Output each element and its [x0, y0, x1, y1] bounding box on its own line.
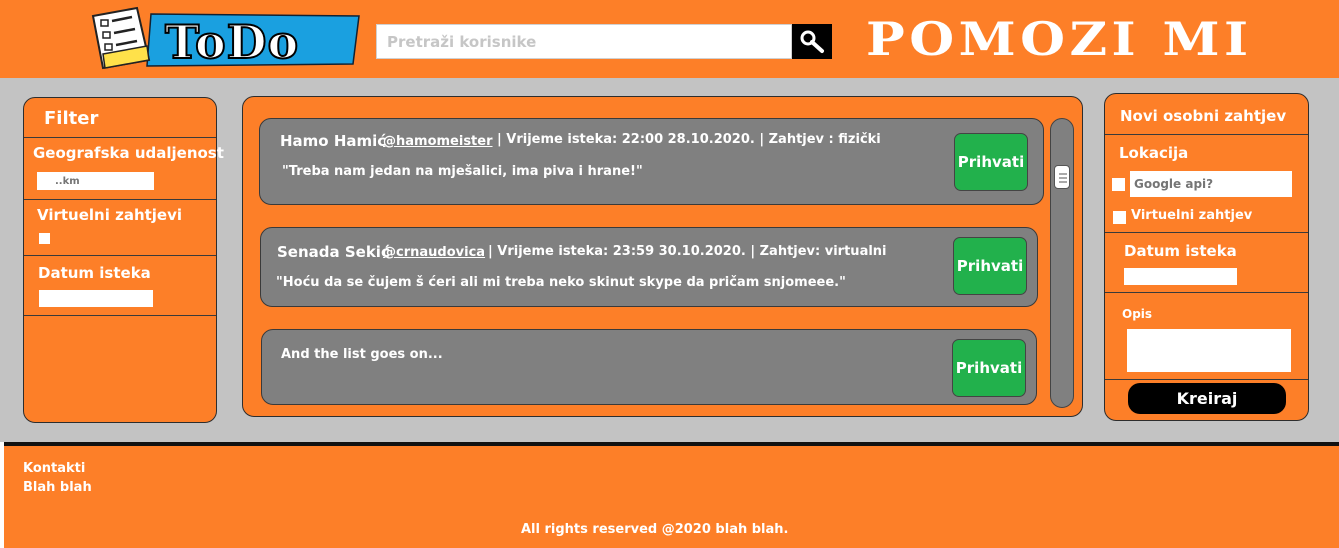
location-input[interactable] — [1130, 171, 1292, 197]
expiry-date-label: Datum isteka — [38, 264, 151, 282]
grip-icon — [1059, 173, 1067, 183]
footer-contacts-link[interactable]: Kontakti — [23, 461, 85, 476]
distance-input[interactable] — [37, 172, 154, 190]
divider — [1105, 292, 1308, 293]
virtual-requests-checkbox[interactable] — [39, 233, 50, 244]
new-expiry-input[interactable] — [1124, 268, 1237, 285]
request-card: Senada Sekić @crnaudovica | Vrijeme iste… — [260, 227, 1038, 307]
filter-title: Filter — [44, 108, 99, 129]
distance-label: Geografska udaljenost — [33, 144, 224, 162]
card-user-handle[interactable]: @hamomeister — [383, 134, 493, 149]
new-request-panel: Novi osobni zahtjev Lokacija Virtuelni z… — [1104, 93, 1309, 421]
card-message: "Hoću da se čujem š ćeri ali mi treba ne… — [276, 275, 846, 290]
logo-text: ToDo — [165, 15, 299, 69]
divider — [24, 199, 216, 200]
card-meta: | Vrijeme isteka: 23:59 30.10.2020. | Za… — [488, 244, 887, 259]
brand-title: POMOZI MI — [866, 12, 1253, 66]
footer-blah-text: Blah blah — [23, 480, 92, 495]
search-button[interactable] — [792, 24, 832, 59]
virtual-request-label: Virtuelni zahtjev — [1131, 208, 1253, 223]
footer-copyright: All rights reserved @2020 blah blah. — [521, 522, 789, 537]
create-button[interactable]: Kreiraj — [1128, 383, 1286, 414]
filter-panel: Filter Geografska udaljenost Virtuelni z… — [23, 97, 224, 423]
card-user-handle[interactable]: @crnaudovica — [383, 245, 485, 260]
accept-button[interactable]: Prihvati — [952, 339, 1026, 397]
divider — [1105, 379, 1308, 380]
new-expiry-label: Datum isteka — [1124, 242, 1237, 260]
search-icon — [800, 30, 824, 53]
virtual-request-checkbox[interactable] — [1113, 211, 1126, 224]
divider — [24, 315, 216, 316]
divider — [24, 255, 216, 256]
location-label: Lokacija — [1119, 144, 1189, 162]
divider — [24, 137, 216, 138]
divider — [1105, 232, 1308, 233]
request-card: And the list goes on... — [261, 329, 1037, 405]
accept-button[interactable]: Prihvati — [954, 133, 1028, 191]
card-message: "Treba nam jedan na mješalici, ima piva … — [282, 164, 643, 179]
card-message: And the list goes on... — [281, 347, 443, 362]
footer: Kontakti Blah blah All rights reserved @… — [4, 446, 1339, 548]
scrollbar-thumb[interactable] — [1054, 165, 1070, 189]
description-input[interactable] — [1127, 329, 1291, 372]
description-label: Opis — [1122, 307, 1153, 321]
request-card: Hamo Hamić @hamomeister | Vrijeme isteka… — [259, 118, 1044, 205]
card-user-name: Senada Sekić — [277, 243, 390, 261]
divider — [1105, 134, 1308, 135]
virtual-requests-label: Virtuelni zahtjevi — [37, 206, 183, 224]
todo-logo[interactable]: ToDo — [87, 6, 362, 70]
card-meta: | Vrijeme isteka: 22:00 28.10.2020. | Za… — [497, 132, 881, 147]
accept-button[interactable]: Prihvati — [953, 237, 1027, 295]
card-user-name: Hamo Hamić — [280, 132, 387, 150]
header: ToDo POMOZI MI — [0, 0, 1339, 78]
expiry-date-input[interactable] — [39, 290, 153, 307]
location-checkbox[interactable] — [1112, 178, 1125, 191]
new-request-title: Novi osobni zahtjev — [1120, 107, 1287, 125]
feed-scrollbar[interactable] — [1050, 118, 1074, 408]
search-input[interactable] — [376, 24, 792, 59]
